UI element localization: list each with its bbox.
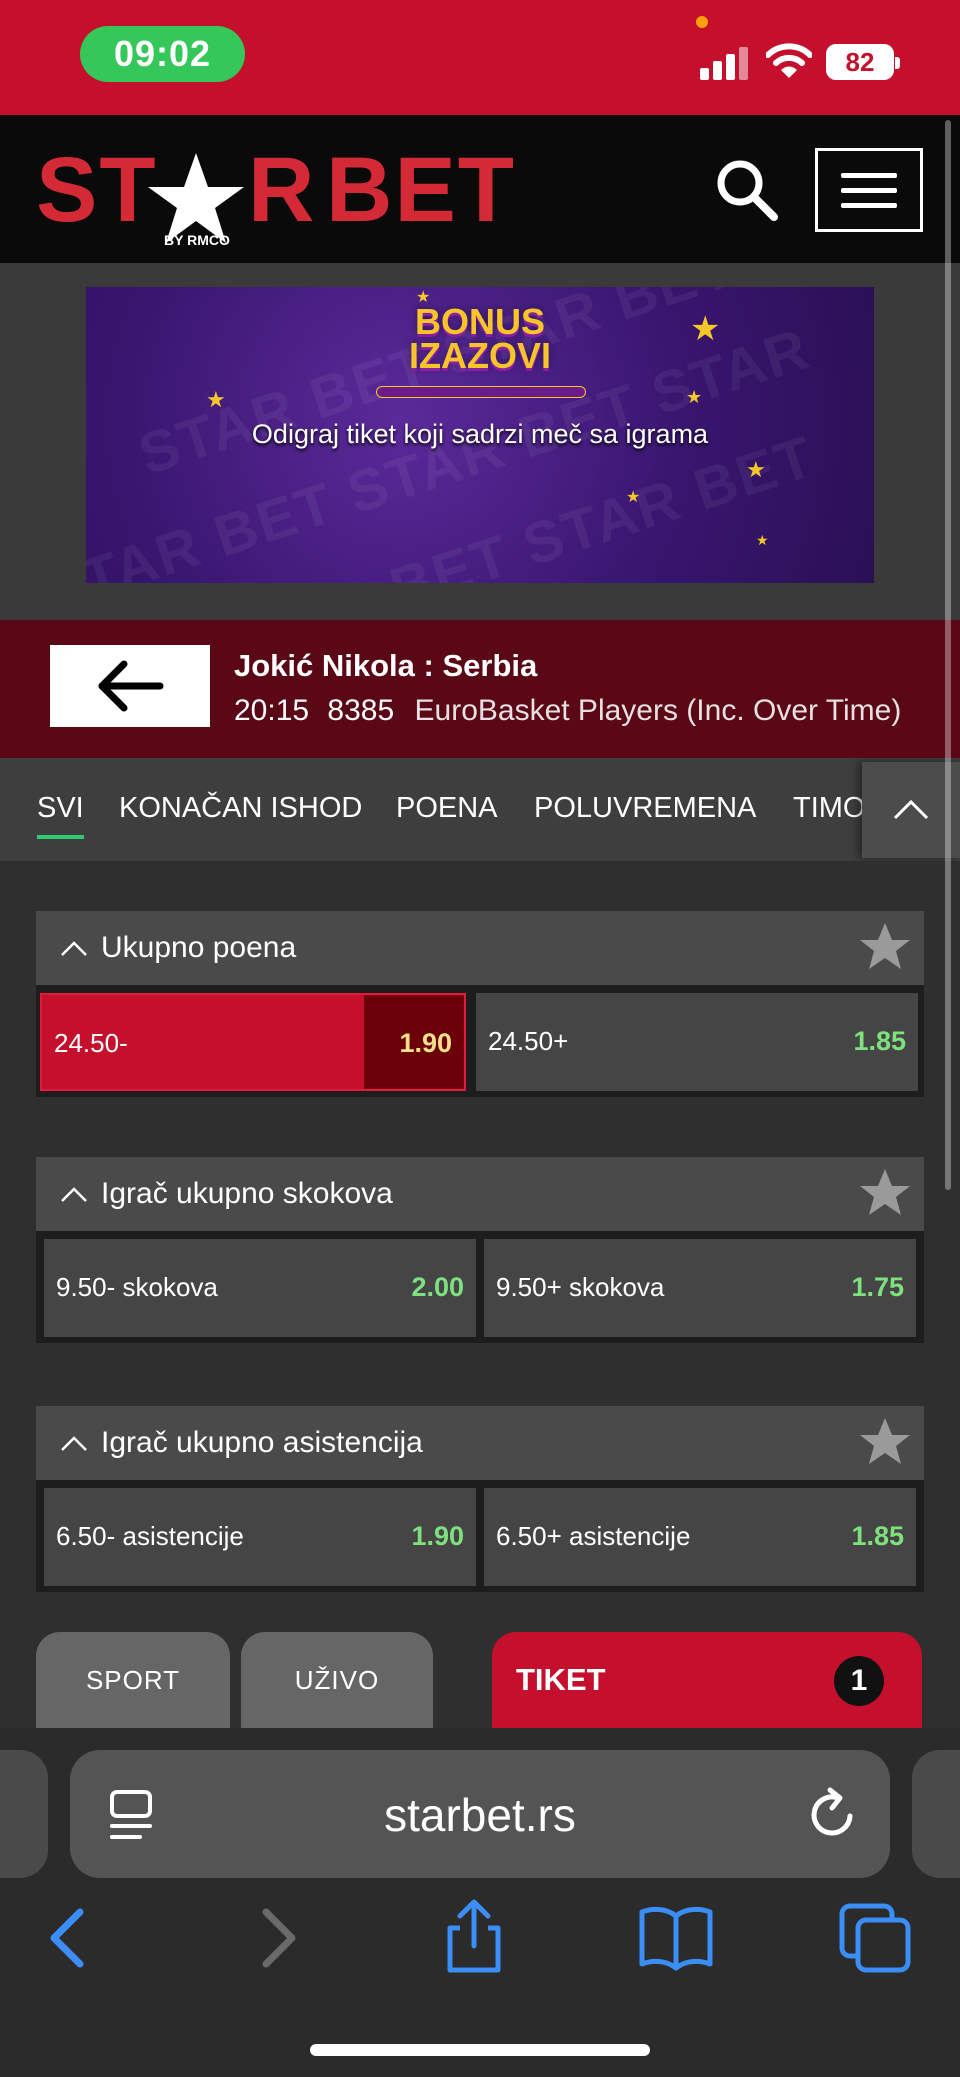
reload-icon[interactable] (804, 1786, 860, 1842)
url-text: starbet.rs (384, 1789, 576, 1841)
odd-button-selected[interactable]: 24.50- 1.90 (40, 993, 466, 1091)
browser-toolbar: starbet.rs (0, 1728, 960, 2077)
ticket-count-badge: 1 (834, 1656, 884, 1706)
battery-icon: 82 (826, 44, 900, 80)
chevron-up-icon (61, 1187, 87, 1202)
search-icon[interactable] (712, 155, 782, 225)
sport-tab[interactable]: SPORT (36, 1632, 230, 1728)
star-icon: ★ (690, 310, 721, 348)
chevron-up-icon (61, 941, 87, 956)
market-title: Igrač ukupno asistencija (101, 1426, 423, 1459)
match-info: 20:15 8385 EuroBasket Players (Inc. Over… (234, 694, 901, 728)
menu-line (841, 187, 897, 193)
previous-tab-preview[interactable] (0, 1750, 48, 1878)
tab-timovi[interactable]: TIMO (793, 792, 866, 825)
odd-label: 9.50- skokova (56, 1272, 218, 1302)
market-odds-row: 9.50- skokova 2.00 9.50+ skokova 1.75 (36, 1231, 924, 1343)
market-odds-row: 24.50- 1.90 24.50+ 1.85 (36, 985, 924, 1097)
status-time: 09:02 (80, 26, 245, 82)
status-bar: 09:02 82 (0, 0, 960, 115)
home-indicator (310, 2044, 650, 2056)
odd-value: 1.90 (411, 1521, 464, 1551)
back-arrow-icon[interactable] (30, 1898, 110, 1978)
odd-button[interactable]: 6.50+ asistencije 1.85 (484, 1488, 916, 1586)
market-tabs: SVI KONAČAN ISHOD POENA POLUVREMENA TIMO (0, 758, 960, 861)
tab-poluvremena[interactable]: POLUVREMENA (534, 792, 756, 825)
odd-button[interactable]: 6.50- asistencije 1.90 (44, 1488, 476, 1586)
odd-value: 1.75 (851, 1272, 904, 1302)
banner-title: BONUS IZAZOVI (409, 301, 551, 376)
banner-text: Odigraj tiket koji sadrzi meč sa igrama (251, 419, 709, 449)
odd-label: 9.50+ skokova (496, 1272, 665, 1302)
star-favorite-icon[interactable] (856, 919, 914, 977)
market-header-igrac-ukupno-asistencija[interactable]: Igrač ukupno asistencija (36, 1406, 924, 1480)
market-header-igrac-ukupno-skokova[interactable]: Igrač ukupno skokova (36, 1157, 924, 1231)
banner-subtitle (376, 386, 586, 398)
odd-button[interactable]: 24.50+ 1.85 (476, 993, 918, 1091)
star-icon: ★ (416, 289, 431, 306)
page-scrollbar[interactable] (945, 120, 951, 1190)
match-time: 20:15 (234, 694, 310, 727)
privacy-indicator-dot (696, 16, 708, 28)
star-icon: ★ (746, 457, 766, 482)
arrow-left-icon (98, 660, 164, 712)
star-icon: ★ (206, 387, 226, 412)
share-icon[interactable] (434, 1898, 514, 1978)
starbet-logo[interactable]: ST R BET BY RMCO (36, 139, 546, 249)
match-header: Jokić Nikola : Serbia 20:15 8385 EuroBas… (0, 620, 960, 758)
star-favorite-icon[interactable] (856, 1165, 914, 1223)
chevron-up-icon (61, 1436, 87, 1451)
match-competition: EuroBasket Players (Inc. Over Time) (414, 694, 902, 727)
svg-text:ST: ST (36, 139, 158, 241)
live-tab[interactable]: UŽIVO (241, 1632, 433, 1728)
odd-label: 6.50+ asistencije (496, 1521, 691, 1551)
bookmarks-icon[interactable] (636, 1898, 716, 1978)
chevron-up-icon (893, 799, 929, 820)
ticket-label: TIKET (516, 1662, 606, 1697)
tab-svi[interactable]: SVI (37, 792, 84, 839)
back-button[interactable] (50, 645, 210, 727)
tab-konacan-ishod[interactable]: KONAČAN ISHOD (119, 792, 362, 825)
wifi-icon (766, 43, 812, 78)
odd-value: 1.85 (853, 1026, 906, 1056)
next-tab-preview[interactable] (912, 1750, 960, 1878)
star-icon: ★ (756, 532, 769, 548)
cellular-signal-icon (700, 46, 750, 80)
tab-poena[interactable]: POENA (396, 792, 498, 825)
odd-value: 2.00 (411, 1272, 464, 1302)
site-header: ST R BET BY RMCO (0, 115, 960, 263)
menu-line (841, 202, 897, 208)
odd-value: 1.85 (851, 1521, 904, 1551)
match-code: 8385 (327, 694, 395, 727)
svg-text:BET: BET (326, 139, 516, 241)
market-title: Ukupno poena (101, 931, 297, 964)
odd-label: 6.50- asistencije (56, 1521, 244, 1551)
odd-value: 1.90 (399, 1028, 452, 1058)
odd-label: 24.50+ (488, 1026, 569, 1056)
market-title: Igrač ukupno skokova (101, 1177, 393, 1210)
forward-arrow-icon[interactable] (236, 1898, 316, 1978)
menu-line (841, 172, 897, 178)
address-bar[interactable]: starbet.rs (70, 1750, 890, 1878)
hamburger-menu-button[interactable] (815, 148, 923, 232)
bonus-banner[interactable]: STAR BET STAR BET STAR BET STAR BET STAR… (86, 287, 874, 583)
star-icon: ★ (686, 387, 703, 407)
star-favorite-icon[interactable] (856, 1414, 914, 1472)
logo-sub: BY RMCO (164, 232, 230, 248)
odd-button[interactable]: 9.50- skokova 2.00 (44, 1239, 476, 1337)
match-title: Jokić Nikola : Serbia (234, 648, 538, 683)
market-header-ukupno-poena[interactable]: Ukupno poena (36, 911, 924, 985)
odd-label: 24.50- (54, 1028, 128, 1058)
bottom-navigation: SPORT UŽIVO TIKET 1 (0, 1632, 960, 1728)
svg-text:R: R (248, 139, 314, 241)
market-odds-row: 6.50- asistencije 1.90 6.50+ asistencije… (36, 1480, 924, 1592)
odd-button[interactable]: 9.50+ skokova 1.75 (484, 1239, 916, 1337)
tabs-icon[interactable] (836, 1898, 916, 1978)
ticket-button[interactable]: TIKET 1 (492, 1632, 922, 1728)
markets-list: Ukupno poena 24.50- 1.90 24.50+ 1.85 Igr… (0, 861, 960, 1706)
promo-area: STAR BET STAR BET STAR BET STAR BET STAR… (0, 263, 960, 620)
star-icon: ★ (626, 489, 641, 506)
